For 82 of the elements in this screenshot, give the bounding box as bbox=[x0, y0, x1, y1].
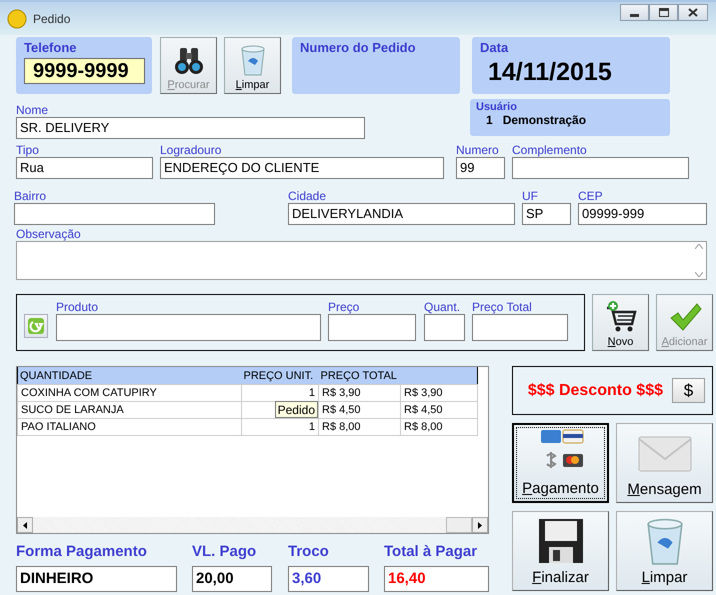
input-field[interactable] bbox=[512, 157, 689, 179]
scroll-up-icon bbox=[695, 244, 703, 249]
input-field[interactable]: 99 bbox=[456, 157, 505, 179]
column-header[interactable]: PREÇO UNIT. bbox=[242, 367, 318, 384]
scroll-left-button[interactable] bbox=[17, 517, 33, 533]
field-label: Total à Pagar bbox=[384, 543, 478, 561]
notes-field[interactable] bbox=[16, 241, 707, 280]
field-label: Telefone bbox=[24, 40, 78, 55]
input-field[interactable]: SP bbox=[522, 203, 571, 225]
input-field[interactable]: ENDEREÇO DO CLIENTE bbox=[160, 157, 444, 179]
maximize-icon bbox=[658, 8, 668, 17]
phone-field[interactable]: 9999-9999 bbox=[24, 58, 145, 84]
field-label: Complemento bbox=[512, 143, 588, 157]
clear-button[interactable]: Limpar bbox=[616, 511, 713, 591]
payment-button[interactable]: Pagamento bbox=[512, 423, 609, 503]
discount-label: $$$ Desconto $$$ bbox=[528, 382, 663, 400]
column-header[interactable]: PREÇO TOTAL bbox=[318, 367, 400, 384]
scroll-left-icon bbox=[23, 522, 27, 528]
field-label: VL. Pago bbox=[192, 543, 258, 561]
close-icon bbox=[688, 8, 698, 17]
field-label: Produto bbox=[56, 300, 100, 314]
input-field[interactable] bbox=[424, 314, 465, 341]
table-cell: R$ 8,00 bbox=[400, 418, 478, 436]
table-cell: COXINHA COM CATUPIRY bbox=[18, 384, 242, 402]
field-label: Logradouro bbox=[160, 143, 222, 157]
input-field[interactable]: 09999-999 bbox=[578, 203, 707, 225]
field-label: Cidade bbox=[288, 189, 328, 203]
finish-button[interactable]: Finalizar bbox=[512, 511, 609, 591]
table-cell: R$ 8,00 bbox=[318, 418, 400, 436]
input-field[interactable]: DELIVERYLANDIA bbox=[288, 203, 515, 225]
field-label: Tipo bbox=[16, 143, 40, 157]
input-field[interactable] bbox=[472, 314, 568, 341]
input-field[interactable]: Rua bbox=[16, 157, 153, 179]
table-cell: SUCO DE LARANJA bbox=[18, 402, 242, 418]
input-field[interactable]: 20,00 bbox=[192, 566, 272, 592]
refresh-arrow-icon bbox=[28, 318, 44, 334]
scrollbar-thumb[interactable] bbox=[446, 517, 472, 533]
field-label: Data bbox=[480, 40, 510, 55]
input-field[interactable] bbox=[14, 203, 215, 225]
date-value: 14/11/2015 bbox=[488, 58, 613, 87]
input-field[interactable]: 16,40 bbox=[384, 566, 489, 592]
table-cell: 1 bbox=[242, 418, 318, 436]
field-label: Nome bbox=[16, 103, 50, 117]
window-title: Pedido bbox=[33, 12, 70, 26]
close-button[interactable] bbox=[678, 4, 708, 21]
field-label: Numero do Pedido bbox=[300, 40, 417, 55]
input-field[interactable]: 3,60 bbox=[288, 566, 369, 592]
field-label: Preço Total bbox=[472, 300, 533, 314]
refresh-button[interactable] bbox=[24, 314, 48, 338]
column-header[interactable]: QUANTIDADE bbox=[18, 367, 242, 384]
new-cart-button[interactable]: Novo bbox=[592, 294, 649, 351]
clear-button[interactable]: Limpar bbox=[224, 37, 281, 94]
field-label: CEP bbox=[578, 189, 604, 203]
table-cell: R$ 4,50 bbox=[318, 402, 400, 418]
table-cell: R$ 3,90 bbox=[318, 384, 400, 402]
field-label: Usuário bbox=[476, 101, 518, 113]
table-cell: R$ 4,50 bbox=[400, 402, 478, 418]
input-field[interactable] bbox=[328, 314, 416, 341]
app-icon bbox=[7, 8, 27, 28]
message-button[interactable]: Mensagem bbox=[616, 423, 713, 503]
maximize-button[interactable] bbox=[649, 4, 678, 21]
field-label: Observação bbox=[16, 227, 82, 241]
table-cell: R$ 3,90 bbox=[400, 384, 478, 402]
scroll-down-icon bbox=[695, 272, 703, 277]
minimize-button[interactable] bbox=[620, 4, 649, 21]
field-label: Troco bbox=[288, 543, 330, 561]
field-label: Numero bbox=[456, 143, 500, 157]
field-label: Quant. bbox=[424, 300, 462, 314]
field-label: Bairro bbox=[14, 189, 48, 203]
input-field[interactable] bbox=[56, 314, 321, 341]
input-field[interactable]: SR. DELIVERY bbox=[16, 117, 365, 139]
scroll-right-button[interactable] bbox=[472, 517, 488, 533]
tooltip: Pedido bbox=[274, 401, 318, 418]
input-field[interactable]: DINHEIRO bbox=[16, 566, 177, 592]
user-code: 1 bbox=[486, 113, 493, 127]
table-cell: PAO ITALIANO bbox=[18, 418, 242, 436]
discount-button[interactable]: $ bbox=[672, 378, 705, 403]
field-label: UF bbox=[522, 189, 539, 203]
scroll-right-icon bbox=[478, 522, 482, 528]
field-label: Preço bbox=[328, 300, 360, 314]
user-name: Demonstração bbox=[502, 113, 586, 127]
field-label: Forma Pagamento bbox=[16, 543, 148, 561]
